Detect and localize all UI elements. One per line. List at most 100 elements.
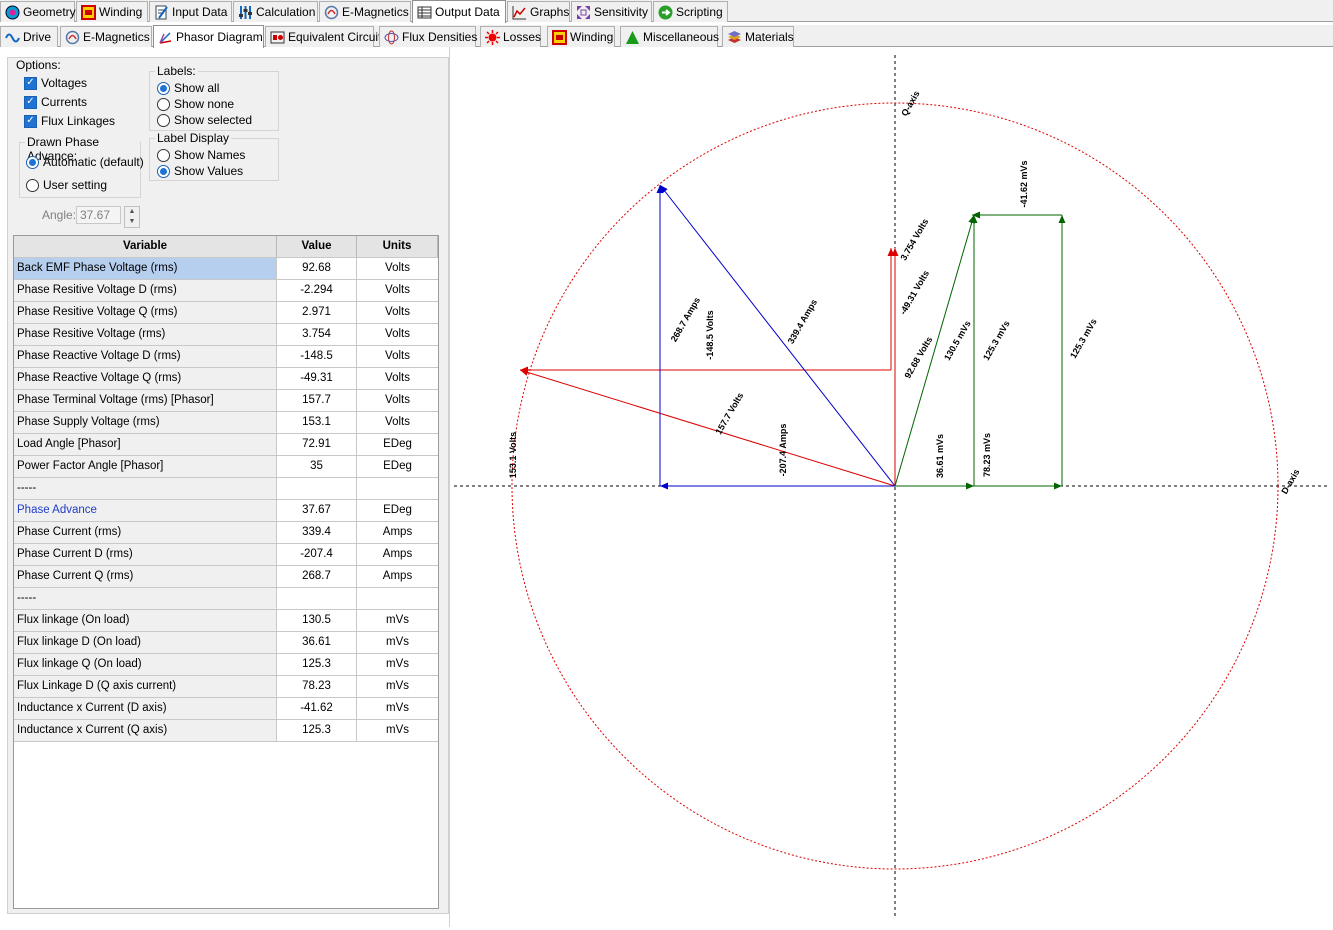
tab-output-data[interactable]: Output Data xyxy=(412,0,506,23)
angle-input[interactable]: 37.67 xyxy=(76,206,121,224)
variable-cell: Phase Current Q (rms) xyxy=(14,566,277,587)
variable-cell: Flux Linkage D (Q axis current) xyxy=(14,676,277,697)
tab-e-magnetics-output[interactable]: E-Magnetics xyxy=(60,26,152,47)
table-row[interactable]: Flux Linkage D (Q axis current) 78.23 mVs xyxy=(14,676,438,698)
d-axis-label: D-axis xyxy=(1279,467,1301,495)
table-row[interactable]: Phase Supply Voltage (rms) 153.1 Volts xyxy=(14,412,438,434)
currents-label: Currents xyxy=(41,95,88,109)
scripting-icon xyxy=(658,5,673,19)
show-all-radio[interactable]: Show all xyxy=(157,81,219,95)
currents-checkbox[interactable]: ✓ Currents xyxy=(24,95,87,109)
show-names-radio[interactable]: Show Names xyxy=(157,148,245,162)
voltages-label: Voltages xyxy=(41,76,88,90)
units-cell: Volts xyxy=(385,394,410,406)
tab-label: Materials xyxy=(745,30,794,44)
tab-materials[interactable]: Materials xyxy=(722,26,794,47)
materials-icon xyxy=(728,30,741,43)
value-cell: 2.971 xyxy=(277,302,357,323)
units-cell: mVs xyxy=(386,702,409,714)
header-variable[interactable]: Variable xyxy=(14,236,277,257)
table-row[interactable]: Phase Reactive Voltage D (rms) -148.5 Volt… xyxy=(14,346,438,368)
tab-label: Output Data xyxy=(435,5,500,19)
tab-flux-densities[interactable]: Flux Densities xyxy=(379,26,477,47)
inductance-d-label: -41.62 mVs xyxy=(1019,160,1029,207)
tab-miscellaneous[interactable]: Miscellaneous xyxy=(620,26,719,47)
voltages-checkbox[interactable]: ✓ Voltages xyxy=(24,76,87,90)
tab-label: Sensitivity xyxy=(594,5,649,19)
value-cell: -207.4 xyxy=(277,544,357,565)
flux-q2-vector-head xyxy=(1058,215,1066,223)
table-row[interactable]: Power Factor Angle [Phasor] 35 EDeg xyxy=(14,456,438,478)
table-row[interactable]: Phase Advance 37.67 EDeg xyxy=(14,500,438,522)
variable-cell: ----- xyxy=(14,588,277,609)
tab-winding-output[interactable]: Winding xyxy=(547,26,615,47)
tab-input-data[interactable]: Input Data xyxy=(149,1,232,22)
units-cell: Volts xyxy=(385,350,410,362)
variable-cell: Power Factor Angle [Phasor] xyxy=(14,456,277,477)
tab-phasor-diagram[interactable]: Phasor Diagram xyxy=(153,25,264,48)
table-row[interactable]: Phase Resitive Voltage (rms) 3.754 Volts xyxy=(14,324,438,346)
show-selected-radio[interactable]: Show selected xyxy=(157,113,252,127)
value-cell: -49.31 xyxy=(277,368,357,389)
options-title: Options: xyxy=(16,58,61,72)
value-cell: -148.5 xyxy=(277,346,357,367)
user-setting-label: User setting xyxy=(43,178,108,192)
flux-dq-vector-head xyxy=(1054,482,1062,490)
header-units[interactable]: Units xyxy=(357,236,438,257)
tab-scripting[interactable]: Scripting xyxy=(653,1,728,22)
current-d-label: -207.4 Amps xyxy=(778,424,788,477)
equivalent-circuit-icon xyxy=(270,31,285,43)
value-cell: -41.62 xyxy=(277,698,357,719)
tab-e-magnetics[interactable]: E-Magnetics xyxy=(319,1,411,22)
user-setting-radio[interactable]: User setting xyxy=(26,178,107,192)
table-row[interactable]: Phase Current Q (rms) 268.7 Amps xyxy=(14,566,438,588)
geometry-icon xyxy=(5,5,20,19)
units-cell: Amps xyxy=(382,526,413,538)
reactive-voltage-d-label: -148.5 Volts xyxy=(705,310,715,359)
show-values-radio[interactable]: Show Values xyxy=(157,164,243,178)
tab-sensitivity[interactable]: Sensitivity xyxy=(571,1,652,22)
spin-down-icon[interactable]: ▼ xyxy=(125,217,139,227)
units-cell: Volts xyxy=(385,306,410,318)
table-row[interactable]: Phase Current D (rms) -207.4 Amps xyxy=(14,544,438,566)
show-none-radio[interactable]: Show none xyxy=(157,97,234,111)
tab-graphs[interactable]: Graphs xyxy=(507,1,570,22)
units-cell: EDeg xyxy=(383,460,412,472)
table-row[interactable]: Phase Resitive Voltage D (rms) -2.294 Volt… xyxy=(14,280,438,302)
spin-up-icon[interactable]: ▲ xyxy=(125,207,139,217)
tab-losses[interactable]: Losses xyxy=(480,26,541,47)
units-cell: mVs xyxy=(386,658,409,670)
angle-spinner[interactable]: ▲ ▼ xyxy=(124,206,140,228)
tab-winding[interactable]: Winding xyxy=(76,1,148,22)
units-cell: Volts xyxy=(385,416,410,428)
table-row[interactable]: Phase Terminal Voltage (rms) [Phasor] 157… xyxy=(14,390,438,412)
value-cell: 157.7 xyxy=(277,390,357,411)
table-row[interactable]: ----- xyxy=(14,478,438,500)
tab-label: Geometry xyxy=(23,5,76,19)
e-magnetics-icon xyxy=(65,30,80,44)
table-row[interactable]: Load Angle [Phasor] 72.91 EDeg xyxy=(14,434,438,456)
current-q-label: 268.7 Amps xyxy=(669,295,703,343)
table-row[interactable]: Phase Reactive Voltage Q (rms) -49.31 Volt… xyxy=(14,368,438,390)
variable-cell: Phase Resitive Voltage Q (rms) xyxy=(14,302,277,323)
radio-icon xyxy=(157,148,170,162)
back-emf-label: 92.68 Volts xyxy=(902,335,934,380)
table-row[interactable]: Phase Current (rms) 339.4 Amps xyxy=(14,522,438,544)
automatic-radio[interactable]: Automatic (default) xyxy=(26,155,144,169)
header-value[interactable]: Value xyxy=(277,236,357,257)
table-row[interactable]: Flux linkage Q (On load) 125.3 mVs xyxy=(14,654,438,676)
table-row[interactable]: ----- xyxy=(14,588,438,610)
table-row[interactable]: Phase Resitive Voltage Q (rms) 2.971 Volts xyxy=(14,302,438,324)
value-cell: 36.61 xyxy=(277,632,357,653)
table-row[interactable]: Flux linkage D (On load) 36.61 mVs xyxy=(14,632,438,654)
radio-selected-icon xyxy=(157,81,170,95)
table-row[interactable]: Inductance x Current (Q axis) 125.3 mVs xyxy=(14,720,438,742)
flux-linkages-checkbox[interactable]: ✓ Flux Linkages xyxy=(24,114,115,128)
tab-calculation[interactable]: Calculation xyxy=(233,1,318,22)
table-row[interactable]: Back EMF Phase Voltage (rms) 92.68 Volts xyxy=(14,258,438,280)
table-row[interactable]: Flux linkage (On load) 130.5 mVs xyxy=(14,610,438,632)
tab-drive[interactable]: Drive xyxy=(0,26,58,47)
tab-geometry[interactable]: Geometry xyxy=(0,1,76,22)
tab-equivalent-circuit[interactable]: Equivalent Circuit xyxy=(265,26,381,47)
table-row[interactable]: Inductance x Current (D axis) -41.62 mVs xyxy=(14,698,438,720)
